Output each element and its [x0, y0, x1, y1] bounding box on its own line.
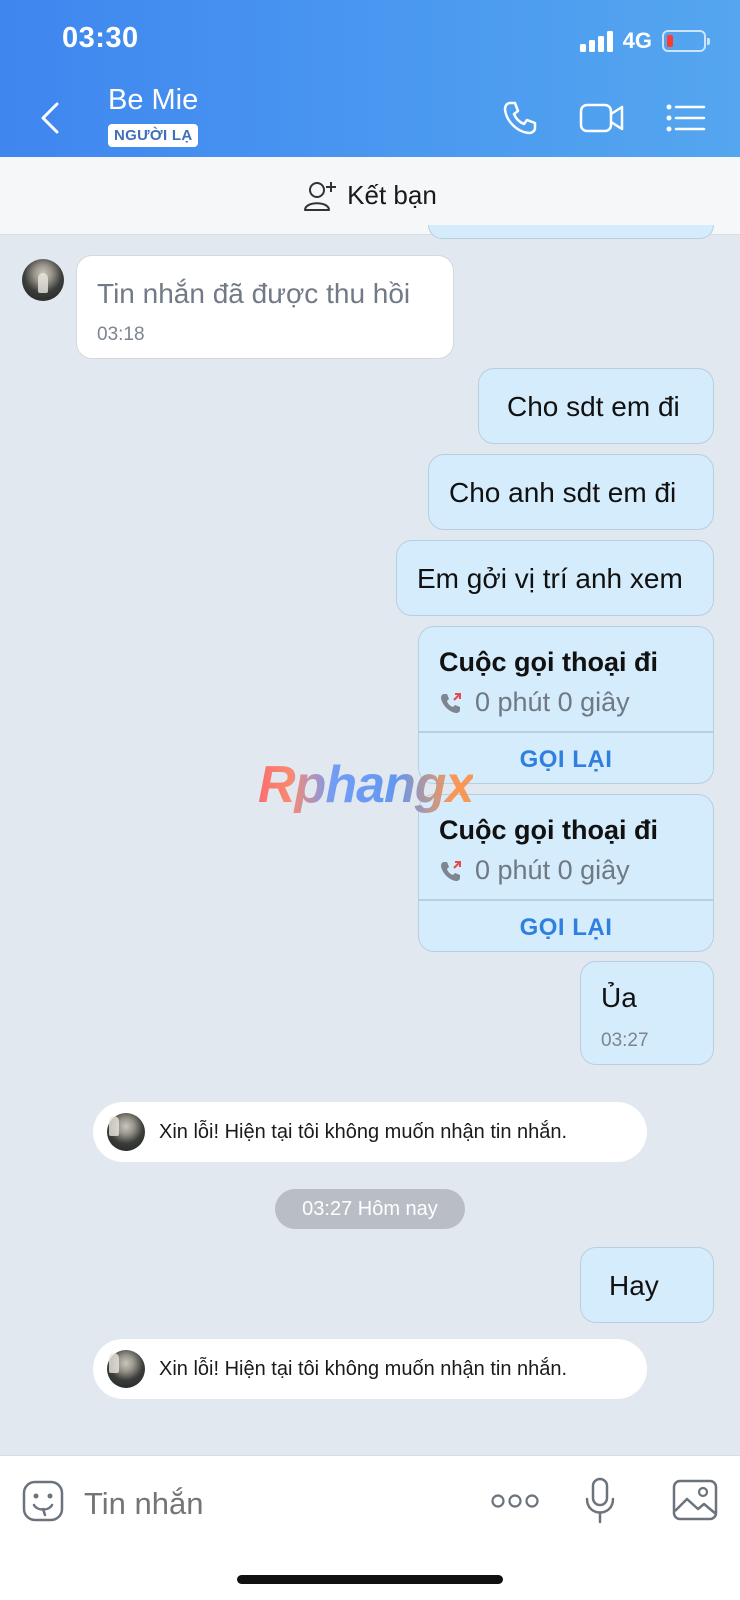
menu-list-icon: [666, 104, 706, 132]
message-text: Em gởi vị trí anh xem: [417, 563, 683, 594]
recalled-message-text: Tin nhắn đã được thu hồi: [97, 278, 411, 309]
voice-call-button[interactable]: [496, 96, 544, 140]
chat-messages[interactable]: Tin nhắn đã được thu hồi 03:18 Cho sdt e…: [0, 225, 740, 1455]
status-time: 03:30: [62, 22, 139, 54]
message-input[interactable]: [84, 1474, 464, 1534]
add-friend-button[interactable]: Kết bạn: [0, 157, 740, 235]
contact-avatar: [107, 1113, 145, 1151]
video-call-button[interactable]: [578, 96, 626, 140]
call-details: 0 phút 0 giây: [439, 855, 630, 886]
message-time: 03:27: [601, 1030, 649, 1051]
more-dots-icon: [491, 1494, 539, 1508]
outgoing-call-card[interactable]: Cuộc gọi thoại đi 0 phút 0 giây GỌI LẠI: [418, 794, 714, 952]
outgoing-message-bubble[interactable]: Cho sdt em đi: [478, 368, 714, 444]
more-options-button[interactable]: [490, 1486, 540, 1516]
recalled-message-bubble[interactable]: Tin nhắn đã được thu hồi 03:18: [76, 255, 454, 359]
video-camera-icon: [579, 103, 624, 133]
auto-reply-text: Xin lỗi! Hiện tại tôi không muốn nhận ti…: [159, 1120, 568, 1143]
add-friend-label: Kết bạn: [347, 180, 437, 210]
call-title: Cuộc gọi thoại đi: [439, 647, 658, 677]
sticker-button[interactable]: [20, 1478, 66, 1524]
clipped-message-bubble: [428, 225, 714, 239]
contact-name[interactable]: Be Mie: [108, 84, 198, 117]
signal-icon: [579, 30, 613, 52]
phone-icon: [503, 101, 537, 135]
network-type: 4G: [622, 28, 652, 53]
battery-icon: [662, 30, 710, 52]
call-details: 0 phút 0 giây: [439, 687, 630, 718]
voice-record-button[interactable]: [584, 1476, 616, 1526]
home-indicator: [237, 1575, 503, 1584]
message-text: Cho sdt em đi: [507, 391, 680, 422]
message-text: Cho anh sdt em đi: [449, 477, 677, 508]
auto-reply-text: Xin lỗi! Hiện tại tôi không muốn nhận ti…: [159, 1357, 568, 1380]
back-chevron-icon: [41, 102, 59, 134]
outgoing-message-bubble[interactable]: Cho anh sdt em đi: [428, 454, 714, 530]
status-indicators: 4G: [579, 28, 710, 54]
contact-avatar: [107, 1350, 145, 1388]
options-menu-button[interactable]: [662, 96, 710, 140]
chat-header: 03:30 4G Be Mie NGƯỜI LẠ: [0, 0, 740, 157]
outgoing-message-bubble[interactable]: Ủa 03:27: [580, 961, 714, 1065]
add-person-icon: [304, 181, 337, 211]
send-image-button[interactable]: [672, 1478, 718, 1522]
image-icon: [672, 1479, 718, 1521]
outgoing-message-bubble[interactable]: Em gởi vị trí anh xem: [396, 540, 714, 616]
call-duration: 0 phút 0 giây: [475, 855, 630, 885]
watermark-logo: Rphangx: [258, 756, 474, 814]
back-button[interactable]: [32, 98, 68, 138]
message-text: Ủa: [601, 982, 637, 1013]
call-title: Cuộc gọi thoại đi: [439, 815, 658, 845]
message-text: Hay: [609, 1270, 659, 1301]
auto-reply-notice: Xin lỗi! Hiện tại tôi không muốn nhận ti…: [93, 1339, 647, 1399]
message-time: 03:18: [97, 324, 145, 345]
auto-reply-notice: Xin lỗi! Hiện tại tôi không muốn nhận ti…: [93, 1102, 647, 1162]
call-back-button[interactable]: GỌI LẠI: [419, 901, 713, 951]
outgoing-message-bubble[interactable]: Hay: [580, 1247, 714, 1323]
outgoing-call-icon: [441, 860, 461, 881]
contact-avatar[interactable]: [22, 259, 64, 301]
outgoing-call-icon: [441, 692, 461, 713]
microphone-icon: [585, 1477, 615, 1524]
call-duration: 0 phút 0 giây: [475, 687, 630, 717]
sticker-icon: [22, 1480, 64, 1522]
date-separator: 03:27 Hôm nay: [275, 1189, 465, 1229]
stranger-badge: NGƯỜI LẠ: [108, 124, 199, 147]
